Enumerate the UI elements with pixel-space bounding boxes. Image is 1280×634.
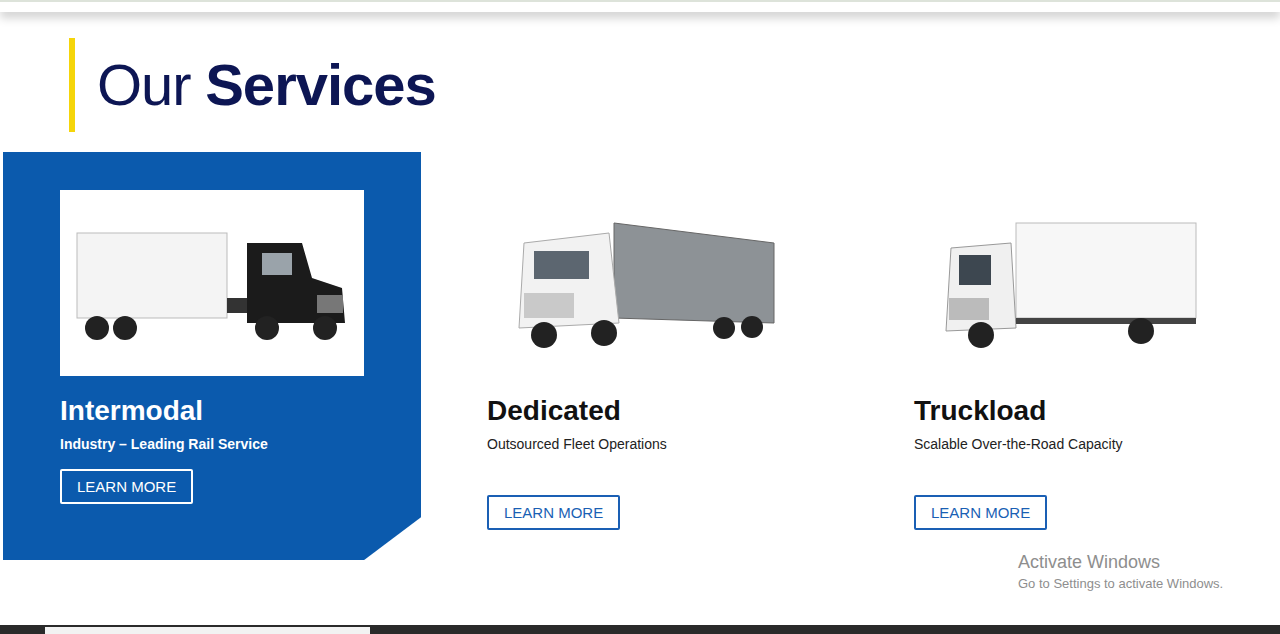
learn-more-button[interactable]: LEARN MORE (487, 495, 620, 531)
truck-icon (494, 203, 784, 363)
service-image (487, 190, 791, 376)
section-heading: OurServices (97, 53, 436, 117)
learn-more-button[interactable]: LEARN MORE (914, 495, 1047, 531)
truck-icon (921, 203, 1211, 363)
truck-icon (67, 203, 357, 363)
service-card[interactable]: Intermodal Industry – Leading Rail Servic… (3, 152, 421, 560)
heading-light: Our (97, 52, 191, 117)
service-title: Dedicated (487, 394, 828, 428)
service-title: Truckload (914, 394, 1255, 428)
service-subtitle: Industry – Leading Rail Service (60, 434, 401, 455)
watermark-subtitle: Go to Settings to activate Windows. (1018, 574, 1223, 594)
service-subtitle: Outsourced Fleet Operations (487, 434, 828, 455)
top-shadow (0, 0, 1280, 12)
watermark-title: Activate Windows (1018, 552, 1223, 574)
heading-accent: OurServices (69, 38, 1280, 132)
service-card[interactable]: Truckload Scalable Over-the-Road Capacity… (857, 152, 1275, 560)
learn-more-button[interactable]: LEARN MORE (60, 469, 193, 505)
service-subtitle: Scalable Over-the-Road Capacity (914, 434, 1255, 455)
service-title: Intermodal (60, 394, 401, 428)
service-card[interactable]: Dedicated Outsourced Fleet Operations LEAR… (430, 152, 848, 560)
activation-watermark: Activate Windows Go to Settings to activ… (1018, 552, 1223, 593)
taskbar (0, 625, 1280, 634)
heading-bold: Services (205, 52, 436, 117)
taskbar-search[interactable] (45, 627, 370, 634)
service-image (60, 190, 364, 376)
service-image (914, 190, 1218, 376)
services-grid: Intermodal Industry – Leading Rail Servic… (0, 152, 1280, 560)
